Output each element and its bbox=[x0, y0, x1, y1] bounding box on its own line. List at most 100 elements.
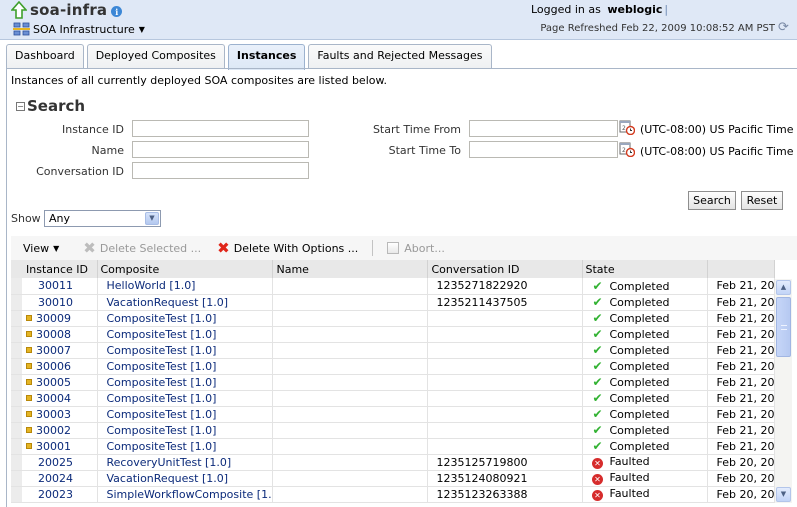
user-name[interactable]: weblogic bbox=[607, 3, 662, 16]
composite-cell[interactable]: CompositeTest [1.0] bbox=[97, 374, 273, 391]
view-menu[interactable]: View ▼ bbox=[23, 242, 59, 255]
column-header-state[interactable]: State bbox=[582, 260, 708, 278]
row-selector[interactable] bbox=[11, 358, 22, 375]
row-selector[interactable] bbox=[11, 486, 22, 503]
composite-cell[interactable]: CompositeTest [1.0] bbox=[97, 406, 273, 423]
composite-cell[interactable]: VacationRequest [1.0] bbox=[97, 294, 273, 311]
instance-id-link[interactable]: 20025 bbox=[38, 456, 73, 469]
table-row[interactable]: 30011 HelloWorld [1.0] 1235271822920 ✔ Compl… bbox=[11, 278, 775, 295]
instance-id-cell[interactable]: 30005 bbox=[22, 374, 98, 391]
instance-id-cell[interactable]: 30001 bbox=[22, 438, 98, 455]
instance-id-cell[interactable]: 20024 bbox=[22, 470, 98, 487]
tab-dashboard[interactable]: Dashboard bbox=[6, 44, 84, 69]
instance-id-link[interactable]: 30009 bbox=[36, 312, 71, 325]
composite-cell[interactable]: CompositeTest [1.0] bbox=[97, 326, 273, 343]
table-row[interactable]: 30007 CompositeTest [1.0] ✔ Completed Feb 21… bbox=[11, 342, 775, 359]
table-row[interactable]: 30002 CompositeTest [1.0] ✔ Completed Feb 21… bbox=[11, 422, 775, 439]
table-row[interactable]: 30009 CompositeTest [1.0] ✔ Completed Feb 21… bbox=[11, 310, 775, 327]
tab-deployed-composites[interactable]: Deployed Composites bbox=[86, 44, 225, 69]
tab-instances[interactable]: Instances bbox=[227, 44, 306, 70]
table-row[interactable]: 30005 CompositeTest [1.0] ✔ Completed Feb 21… bbox=[11, 374, 775, 391]
up-arrow-icon[interactable] bbox=[11, 1, 27, 19]
column-header-start-time[interactable] bbox=[707, 260, 775, 278]
instance-id-link[interactable]: 30010 bbox=[38, 296, 73, 309]
tab-faults-rejected-messages[interactable]: Faults and Rejected Messages bbox=[308, 44, 492, 69]
instance-id-cell[interactable]: 30011 bbox=[22, 278, 98, 295]
delete-selected-button[interactable]: ✖ Delete Selected ... bbox=[83, 241, 201, 256]
start-time-from-input[interactable] bbox=[469, 120, 618, 137]
search-button[interactable]: Search bbox=[688, 191, 736, 210]
delete-with-options-button[interactable]: ✖ Delete With Options ... bbox=[217, 241, 358, 256]
scroll-thumb[interactable] bbox=[776, 297, 791, 357]
row-selector[interactable] bbox=[11, 390, 22, 407]
instance-id-link[interactable]: 30002 bbox=[36, 424, 71, 437]
instance-id-link[interactable]: 30006 bbox=[36, 360, 71, 373]
calendar-icon[interactable]: 2 bbox=[619, 119, 635, 135]
composite-cell[interactable]: CompositeTest [1.0] bbox=[97, 310, 273, 327]
composite-cell[interactable]: HelloWorld [1.0] bbox=[97, 278, 273, 295]
composite-cell[interactable]: CompositeTest [1.0] bbox=[97, 390, 273, 407]
scroll-up-button[interactable]: ▲ bbox=[776, 280, 791, 295]
info-icon[interactable]: i bbox=[111, 6, 123, 17]
row-selector[interactable] bbox=[11, 438, 22, 455]
instance-id-link[interactable]: 30007 bbox=[36, 344, 71, 357]
instance-id-link[interactable]: 30008 bbox=[36, 328, 71, 341]
row-selector[interactable] bbox=[11, 326, 22, 343]
row-selector[interactable] bbox=[11, 374, 22, 391]
table-row[interactable]: 30010 VacationRequest [1.0] 1235211437505 ✔… bbox=[11, 294, 775, 311]
conversation-id-input[interactable] bbox=[132, 162, 309, 179]
table-row[interactable]: 30003 CompositeTest [1.0] ✔ Completed Feb 21… bbox=[11, 406, 775, 423]
calendar-icon[interactable]: 2 bbox=[619, 141, 635, 157]
column-header-name[interactable]: Name bbox=[272, 260, 428, 278]
abort-button[interactable]: Abort... bbox=[387, 242, 445, 255]
column-header-composite[interactable]: Composite bbox=[97, 260, 273, 278]
instance-id-link[interactable]: 20024 bbox=[38, 472, 73, 485]
composite-cell[interactable]: SimpleWorkflowComposite [1.0] bbox=[97, 486, 273, 503]
column-header-conversation-id[interactable]: Conversation ID bbox=[427, 260, 583, 278]
table-row[interactable]: 20024 VacationRequest [1.0] 1235124080921 ✕… bbox=[11, 470, 775, 487]
table-row[interactable]: 20025 RecoveryUnitTest [1.0] 1235125719800… bbox=[11, 454, 775, 471]
table-row[interactable]: 20023 SimpleWorkflowComposite [1.0] 123512… bbox=[11, 486, 775, 503]
instance-id-cell[interactable]: 20023 bbox=[22, 486, 98, 503]
instance-id-cell[interactable]: 30008 bbox=[22, 326, 98, 343]
row-selector[interactable] bbox=[11, 294, 22, 311]
row-selector[interactable] bbox=[11, 278, 22, 295]
start-time-to-input[interactable] bbox=[469, 141, 618, 158]
composite-cell[interactable]: CompositeTest [1.0] bbox=[97, 438, 273, 455]
instance-id-cell[interactable]: 20025 bbox=[22, 454, 98, 471]
table-row[interactable]: 30001 CompositeTest [1.0] ✔ Completed Feb 21… bbox=[11, 438, 775, 455]
composite-cell[interactable]: CompositeTest [1.0] bbox=[97, 422, 273, 439]
table-row[interactable]: 30004 CompositeTest [1.0] ✔ Completed Feb 21… bbox=[11, 390, 775, 407]
instance-id-cell[interactable]: 30002 bbox=[22, 422, 98, 439]
row-selector[interactable] bbox=[11, 454, 22, 471]
instance-id-link[interactable]: 30005 bbox=[36, 376, 71, 389]
row-selector[interactable] bbox=[11, 342, 22, 359]
instance-id-link[interactable]: 20023 bbox=[38, 488, 73, 501]
search-section-toggle[interactable]: − Search bbox=[16, 97, 85, 115]
instance-id-cell[interactable]: 30007 bbox=[22, 342, 98, 359]
scroll-down-button[interactable]: ▼ bbox=[776, 487, 791, 502]
row-selector[interactable] bbox=[11, 406, 22, 423]
composite-cell[interactable]: VacationRequest [1.0] bbox=[97, 470, 273, 487]
refresh-icon[interactable]: ⟳ bbox=[778, 21, 791, 34]
instance-id-cell[interactable]: 30004 bbox=[22, 390, 98, 407]
composite-cell[interactable]: CompositeTest [1.0] bbox=[97, 342, 273, 359]
instance-id-link[interactable]: 30001 bbox=[36, 440, 71, 453]
composite-cell[interactable]: CompositeTest [1.0] bbox=[97, 358, 273, 375]
row-selector[interactable] bbox=[11, 310, 22, 327]
row-selector[interactable] bbox=[11, 422, 22, 439]
instance-id-link[interactable]: 30011 bbox=[38, 279, 73, 292]
column-header-instance-id[interactable]: Instance ID bbox=[22, 260, 98, 278]
reset-button[interactable]: Reset bbox=[741, 191, 783, 210]
instance-id-cell[interactable]: 30006 bbox=[22, 358, 98, 375]
table-row[interactable]: 30006 CompositeTest [1.0] ✔ Completed Feb 21… bbox=[11, 358, 775, 375]
instance-id-input[interactable] bbox=[132, 120, 309, 137]
show-select[interactable]: Any ▼ bbox=[44, 210, 161, 227]
target-menu[interactable]: SOA Infrastructure ▼ bbox=[13, 22, 145, 37]
instance-id-cell[interactable]: 30003 bbox=[22, 406, 98, 423]
instance-id-link[interactable]: 30003 bbox=[36, 408, 71, 421]
table-row[interactable]: 30008 CompositeTest [1.0] ✔ Completed Feb 21… bbox=[11, 326, 775, 343]
instance-id-link[interactable]: 30004 bbox=[36, 392, 71, 405]
name-input[interactable] bbox=[132, 141, 309, 158]
composite-cell[interactable]: RecoveryUnitTest [1.0] bbox=[97, 454, 273, 471]
